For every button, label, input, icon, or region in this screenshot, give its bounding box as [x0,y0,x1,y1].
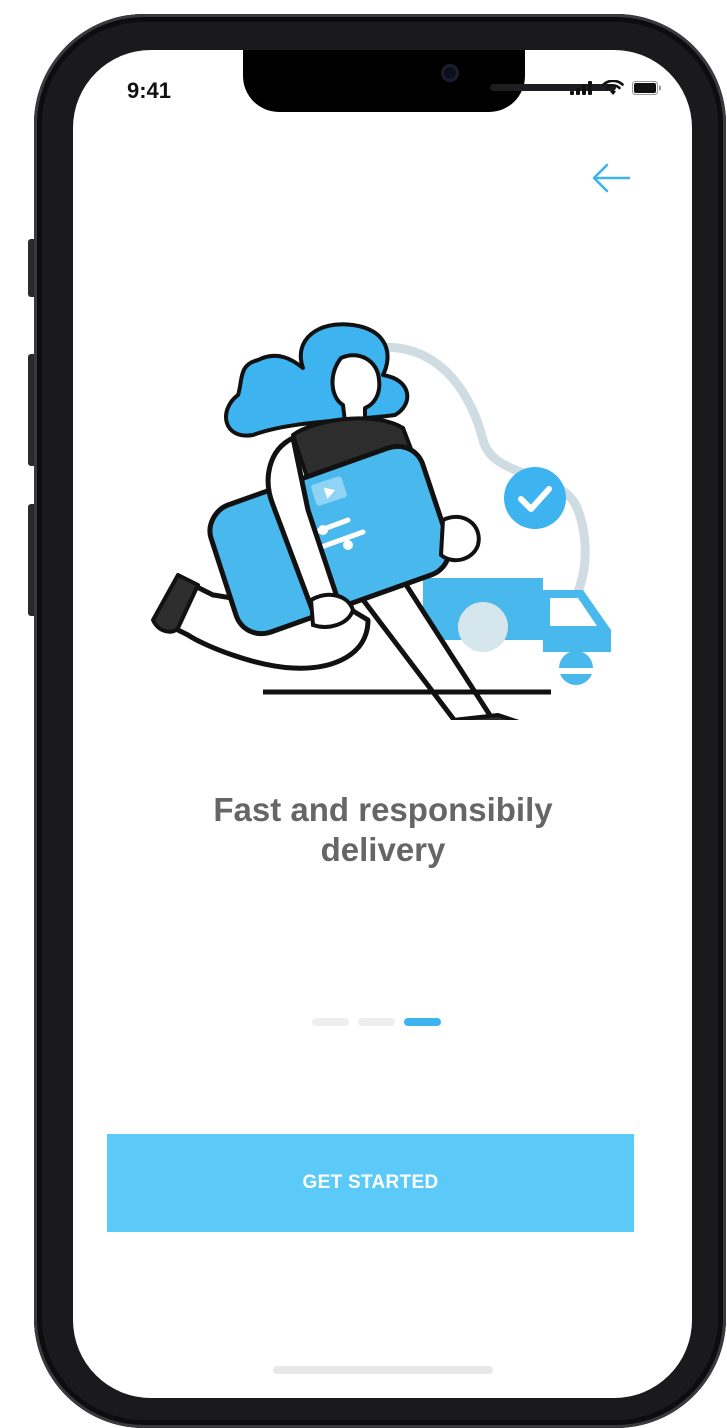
status-time: 9:41 [127,78,172,103]
page-dot-2[interactable] [358,1018,395,1026]
app-screen: 9:41 Fast and responsibily delivery GET … [73,50,692,1398]
check-badge-icon [504,467,566,529]
side-button-mute [28,239,34,297]
wifi-icon [602,80,624,95]
side-button-volume-down [28,504,34,616]
onboarding-title: Fast and responsibily delivery [113,790,653,870]
home-indicator [273,1366,493,1374]
get-started-button[interactable]: GET STARTED [107,1134,634,1232]
status-icons [570,80,662,96]
arrow-left-icon [592,163,631,193]
title-line-2: delivery [320,831,446,868]
side-button-volume-up [28,354,34,466]
courier-running-with-package-illustration [151,322,613,720]
back-button[interactable] [589,158,633,198]
hand-left [308,592,356,629]
page-dot-1[interactable] [312,1018,349,1026]
battery-icon [632,81,661,95]
title-line-1: Fast and responsibily [213,791,553,828]
signal-icon [570,81,592,95]
page-dot-3-active[interactable] [404,1018,441,1026]
notch [243,50,616,112]
hand-right [438,514,481,563]
page-indicator [312,1018,441,1026]
front-camera [441,64,459,82]
